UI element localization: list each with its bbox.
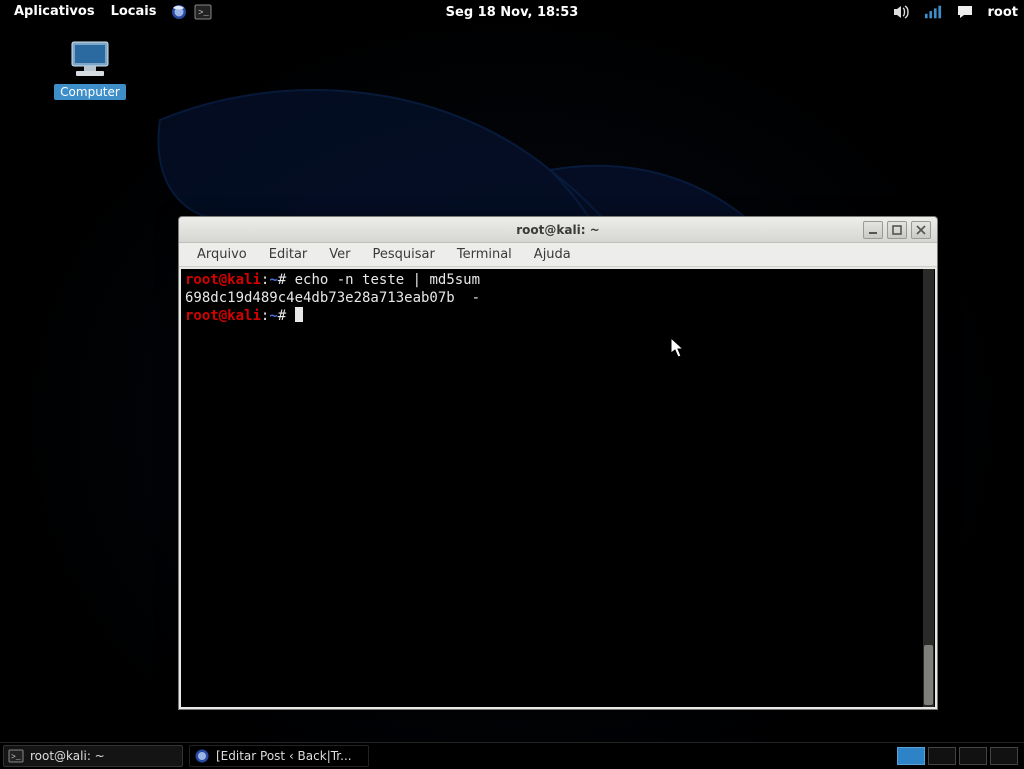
- window-titlebar[interactable]: root@kali: ~: [179, 217, 937, 243]
- menu-terminal[interactable]: Terminal: [447, 245, 522, 264]
- computer-desktop-label: Computer: [54, 84, 126, 100]
- taskbar-button-label: [Editar Post ‹ Back|Tr...: [216, 749, 352, 763]
- scrollbar-thumb[interactable]: [924, 645, 933, 705]
- terminal-body[interactable]: root@kali:~# echo -n teste | md5sum698dc…: [181, 269, 935, 707]
- terminal-window[interactable]: root@kali: ~ Arquivo Editar Ver Pesquisa…: [178, 216, 938, 710]
- svg-text:>_: >_: [198, 8, 209, 18]
- network-icon[interactable]: [924, 3, 942, 21]
- terminal-launcher-icon[interactable]: >_: [194, 3, 212, 21]
- computer-icon: [66, 40, 114, 80]
- places-menu[interactable]: Locais: [103, 0, 165, 24]
- workspace-3[interactable]: [959, 747, 987, 765]
- bottom-panel: >_ root@kali: ~ [Editar Post ‹ Back|Tr...: [0, 742, 1024, 768]
- maximize-button[interactable]: [887, 221, 907, 239]
- minimize-button[interactable]: [863, 221, 883, 239]
- workspace-2[interactable]: [928, 747, 956, 765]
- taskbar-button[interactable]: >_ root@kali: ~: [3, 745, 183, 767]
- clock[interactable]: Seg 18 Nov, 18:53: [446, 5, 579, 20]
- menu-view[interactable]: Ver: [319, 245, 360, 264]
- svg-text:>_: >_: [11, 753, 21, 762]
- computer-desktop-icon[interactable]: Computer: [50, 40, 130, 100]
- taskbar-button[interactable]: [Editar Post ‹ Back|Tr...: [189, 745, 369, 767]
- terminal-icon: >_: [8, 748, 24, 764]
- applications-menu[interactable]: Aplicativos: [6, 0, 103, 24]
- menu-search[interactable]: Pesquisar: [363, 245, 445, 264]
- user-menu[interactable]: root: [988, 5, 1019, 20]
- window-title: root@kali: ~: [179, 223, 937, 237]
- browser-icon: [194, 748, 210, 764]
- terminal-line: 698dc19d489c4e4db73e28a713eab07b -: [185, 289, 931, 307]
- terminal-scrollbar[interactable]: [923, 269, 934, 707]
- mouse-cursor-icon: [670, 337, 686, 359]
- volume-icon[interactable]: [892, 3, 910, 21]
- taskbar-button-label: root@kali: ~: [30, 749, 105, 763]
- menu-edit[interactable]: Editar: [259, 245, 318, 264]
- chat-icon[interactable]: [956, 3, 974, 21]
- workspace-1[interactable]: [897, 747, 925, 765]
- terminal-cursor: [295, 307, 303, 322]
- iceweasel-launcher-icon[interactable]: [170, 3, 188, 21]
- top-panel: Aplicativos Locais >_ Seg 18 Nov, 18:53 …: [0, 0, 1024, 24]
- workspace-4[interactable]: [990, 747, 1018, 765]
- close-button[interactable]: [911, 221, 931, 239]
- menu-help[interactable]: Ajuda: [524, 245, 581, 264]
- terminal-line: root@kali:~#: [185, 307, 931, 325]
- menu-file[interactable]: Arquivo: [187, 245, 257, 264]
- terminal-menubar: Arquivo Editar Ver Pesquisar Terminal Aj…: [179, 243, 937, 267]
- terminal-line: root@kali:~# echo -n teste | md5sum: [185, 271, 931, 289]
- workspace-pager: [897, 747, 1024, 765]
